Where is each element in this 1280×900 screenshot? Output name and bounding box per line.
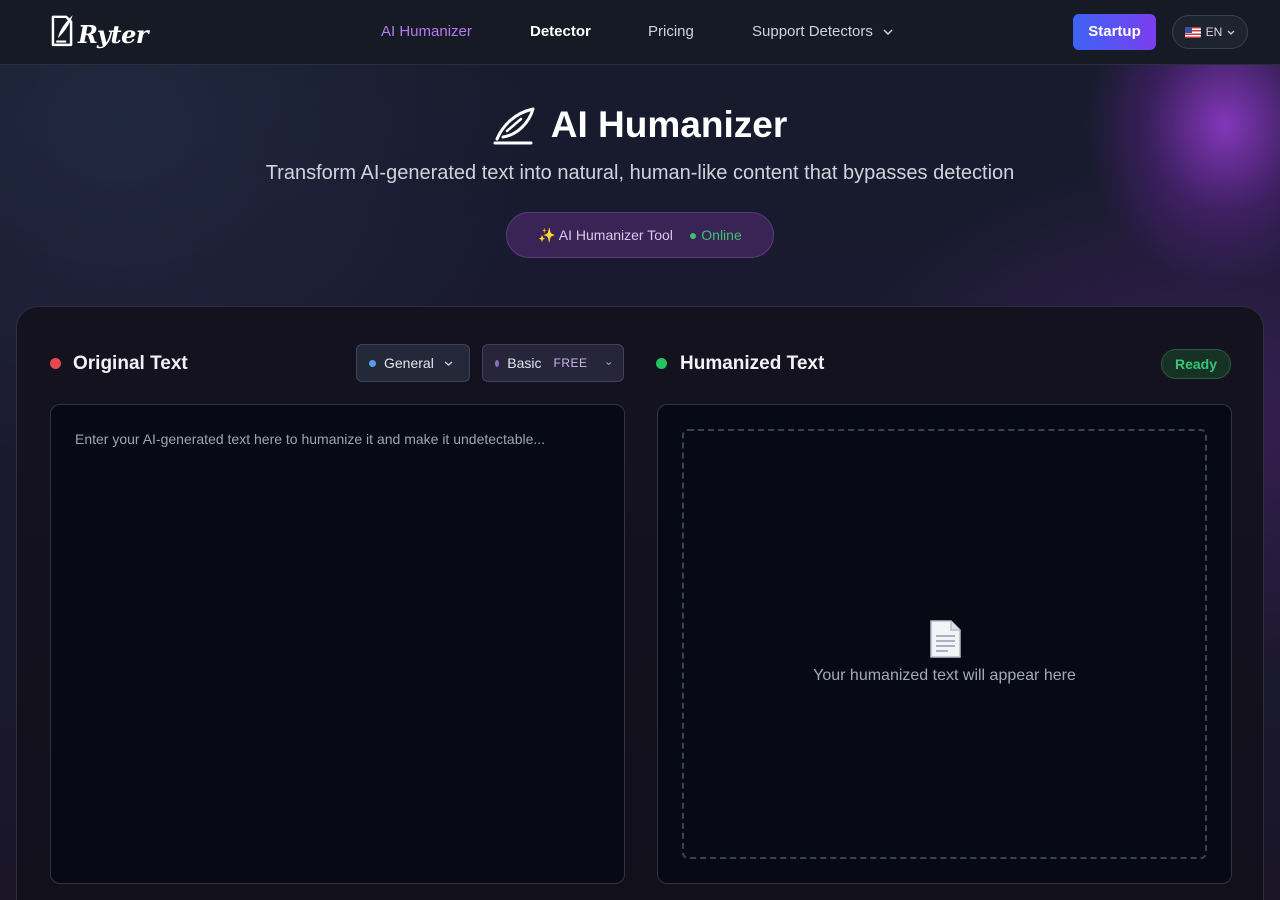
- output-text-area-box: Your humanized text will appear here: [657, 404, 1232, 884]
- original-text-input[interactable]: [51, 405, 624, 883]
- nav-link-support-detectors[interactable]: Support Detectors: [752, 22, 893, 42]
- humanizer-panel: Original Text General Basic FREE Humaniz…: [16, 306, 1264, 900]
- tier-select[interactable]: Basic FREE: [482, 344, 624, 382]
- page-title: AI Humanizer: [0, 104, 1280, 146]
- tier-select-value: Basic: [507, 355, 542, 371]
- tier-dot: [495, 359, 500, 367]
- tool-status-badge: ✨ AI Humanizer Tool ● Online: [506, 212, 774, 258]
- input-text-area-box: [50, 404, 625, 884]
- mode-dot: [369, 359, 376, 367]
- output-status-dot: [656, 358, 667, 369]
- mode-select-value: General: [384, 355, 434, 371]
- tool-badge-label: ✨ AI Humanizer Tool: [538, 226, 673, 243]
- brand-name: Ryter: [78, 19, 148, 49]
- ready-status-badge: Ready: [1161, 349, 1231, 379]
- top-navbar: Ryter AI Humanizer Detector Pricing Supp…: [0, 0, 1280, 65]
- nav-link-pricing[interactable]: Pricing: [648, 22, 694, 42]
- nav-link-support-detectors-label: Support Detectors: [752, 23, 873, 40]
- page-title-text: AI Humanizer: [550, 104, 788, 145]
- humanized-text-heading: Humanized Text: [680, 353, 825, 374]
- free-badge: FREE: [553, 356, 588, 370]
- brand-logo[interactable]: Ryter: [48, 6, 148, 54]
- chevron-down-icon: [605, 361, 611, 365]
- nav-link-ai-humanizer[interactable]: AI Humanizer: [381, 22, 472, 42]
- nav-link-detector[interactable]: Detector: [530, 22, 591, 42]
- feather-icon: [493, 107, 535, 145]
- output-placeholder-text: Your humanized text will appear here: [813, 667, 1076, 684]
- language-code: EN: [1205, 25, 1223, 39]
- us-flag-icon: [1184, 26, 1201, 38]
- mode-select[interactable]: General: [356, 344, 470, 382]
- language-selector[interactable]: EN: [1172, 15, 1248, 49]
- document-icon: [929, 620, 961, 658]
- chevron-down-icon: [1227, 30, 1235, 35]
- input-status-dot: [50, 358, 61, 369]
- page-subtitle: Transform AI-generated text into natural…: [265, 162, 1015, 184]
- online-status: ● Online: [688, 227, 742, 243]
- chevron-down-icon: [444, 361, 453, 366]
- feather-document-logo-icon: [51, 15, 73, 47]
- startup-button[interactable]: Startup: [1073, 14, 1156, 50]
- chevron-down-icon: [883, 29, 893, 36]
- original-text-heading: Original Text: [73, 353, 188, 374]
- output-empty-state: Your humanized text will appear here: [682, 429, 1207, 859]
